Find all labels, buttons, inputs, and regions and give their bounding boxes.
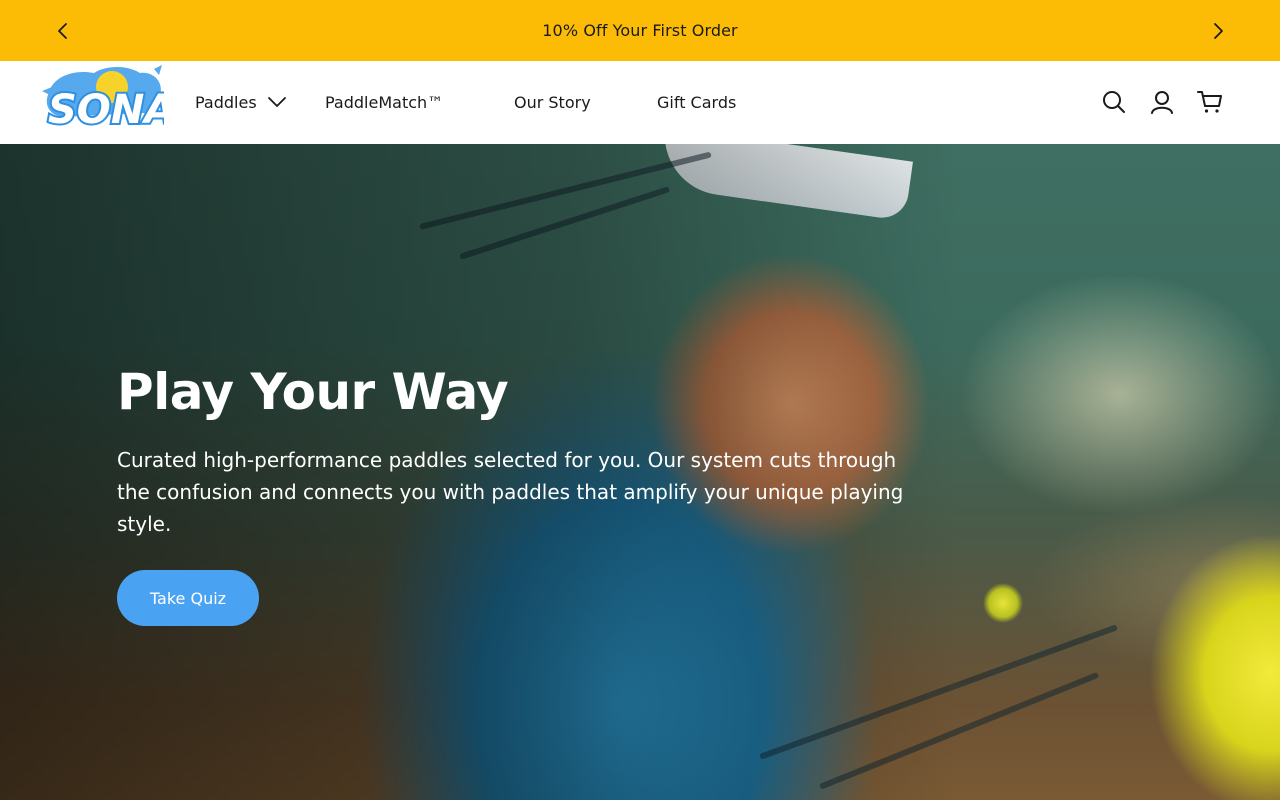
account-icon [1151,91,1173,114]
hero-content: Play Your Way Curated high-performance p… [117,362,937,626]
search-button[interactable] [1101,89,1127,115]
hero-title: Play Your Way [117,363,509,421]
logo-wordmark: SONA [48,87,164,133]
nav-paddles-label: Paddles [195,92,257,112]
announcement-bar: 10% Off Your First Order [0,0,1280,61]
announcement-next-button[interactable] [1203,16,1233,46]
nav-gift-cards[interactable]: Gift Cards [657,91,736,113]
nav-paddles[interactable]: Paddles [195,91,287,113]
announcement-text[interactable]: 10% Off Your First Order [542,21,737,40]
site-header: SONA Paddles PaddleMatch™ Our Story Gift… [0,61,1280,144]
cart-button[interactable] [1197,89,1223,115]
cart-icon [1197,91,1222,113]
nav-our-story-label: Our Story [514,92,591,112]
take-quiz-button[interactable]: Take Quiz [117,570,259,626]
chevron-left-icon [58,23,67,39]
search-icon [1103,91,1125,113]
nav-our-story[interactable]: Our Story [514,91,591,113]
nav-paddlematch[interactable]: PaddleMatch™ [325,91,443,113]
account-button[interactable] [1149,89,1175,115]
announcement-prev-button[interactable] [48,16,78,46]
nav-paddlematch-label: PaddleMatch™ [325,92,444,112]
hero-banner: Play Your Way Curated high-performance p… [0,144,1280,800]
chevron-right-icon [1214,23,1223,39]
hero-description: Curated high-performance paddles selecte… [117,448,904,536]
nav-gift-cards-label: Gift Cards [657,92,737,112]
chevron-down-icon [267,95,287,109]
sona-logo[interactable]: SONA [42,65,177,135]
